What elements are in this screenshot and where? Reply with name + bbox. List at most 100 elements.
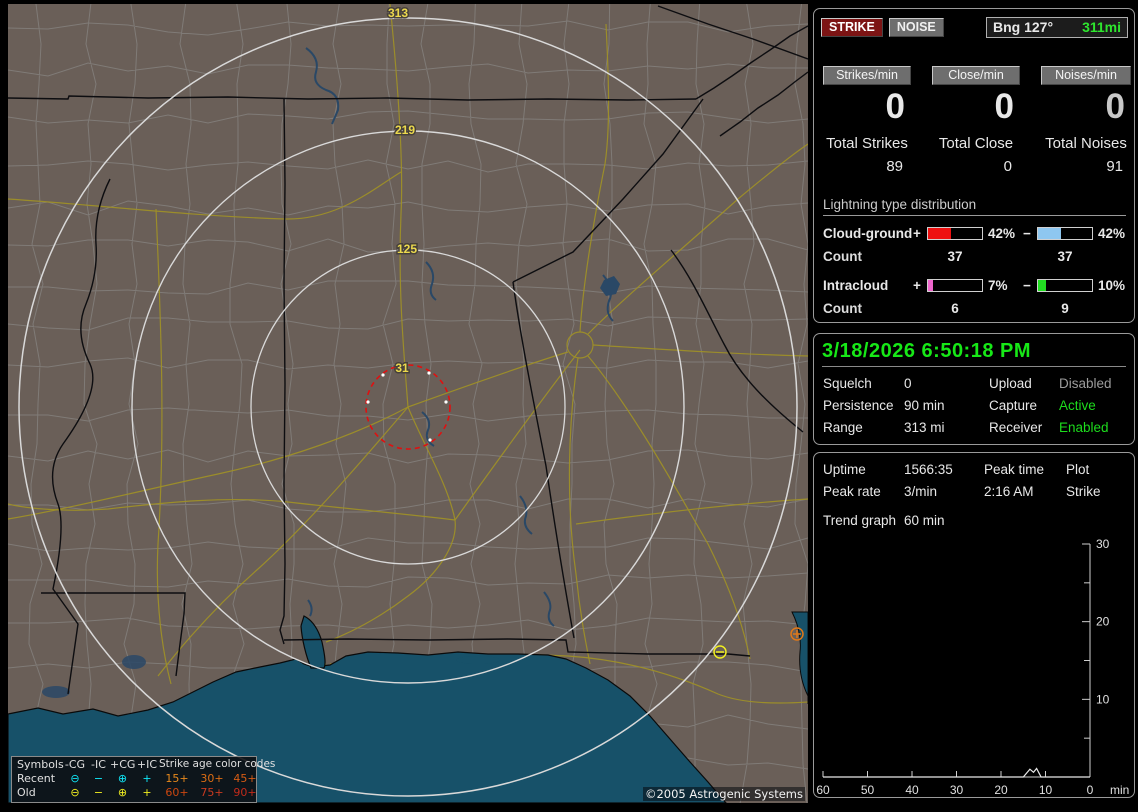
ic-positive-pct: 7% [988, 278, 1008, 293]
map-canvas: 313 219 125 31 [8, 4, 808, 803]
noise-mode-button[interactable]: NOISE [888, 18, 944, 37]
age-60: 60+ [165, 785, 189, 799]
svg-text:10: 10 [1096, 692, 1110, 706]
old-neg-ic-icon: − [93, 785, 104, 799]
svg-text:0: 0 [1087, 783, 1094, 797]
capture-label: Capture [989, 398, 1038, 413]
legend-header-row: Symbols -CG -IC +CG +IC Strike age color… [12, 757, 275, 771]
strikes-per-min-button[interactable]: Strikes/min [823, 66, 911, 85]
lightning-map[interactable]: 313 219 125 31 Symbols -CG -IC +CG +IC S… [8, 4, 808, 803]
upload-status: Disabled [1059, 376, 1112, 391]
persistence-value: 90 min [904, 398, 945, 413]
ring-label-125: 125 [397, 242, 417, 256]
uptime-label: Uptime [823, 462, 866, 477]
total-close-label: Total Close [938, 135, 1014, 152]
cg-negative-bar [1037, 227, 1093, 240]
legend-recent-label: Recent [17, 771, 56, 785]
age-45: 45+ [233, 771, 257, 785]
cg-positive-pct: 42% [988, 226, 1016, 241]
peak-rate-label: Peak rate [823, 484, 881, 499]
legend-col-pos-ic: +IC [136, 757, 158, 771]
plus-sign: + [913, 278, 921, 293]
old-pos-cg-icon: ⊕ [117, 785, 128, 799]
cloud-ground-label: Cloud-ground [823, 226, 913, 241]
range-value: 313 mi [904, 420, 945, 435]
noises-per-min-value: 0 [1105, 87, 1125, 126]
cloud-ground-row: Cloud-ground + 42% − 42% [823, 226, 1134, 241]
cg-positive-bar [927, 227, 983, 240]
recent-pos-cg-icon: ⊕ [117, 771, 128, 785]
age-30: 30+ [200, 771, 224, 785]
recent-pos-ic-icon: + [142, 771, 152, 785]
age-90: 90+ [233, 785, 257, 799]
ic-positive-count: 6 [951, 301, 959, 316]
noise-dots [366, 371, 448, 442]
ic-count-label: Count [823, 301, 862, 316]
legend-old-row: Old ⊖ − ⊕ + 60+ 75+ 90+ [12, 785, 257, 799]
total-noises-label: Total Noises [1045, 135, 1127, 152]
ring-label-31: 31 [395, 361, 409, 375]
persistence-label: Persistence [823, 398, 894, 413]
minus-sign: − [1023, 226, 1031, 241]
svg-text:40: 40 [905, 783, 919, 797]
map-legend: Symbols -CG -IC +CG +IC Strike age color… [11, 756, 275, 803]
minus-sign: − [1023, 278, 1031, 293]
age-75: 75+ [200, 785, 224, 799]
total-close-value: 0 [1003, 158, 1012, 175]
legend-age-title: Strike age color codes [159, 758, 276, 770]
svg-text:20: 20 [1096, 615, 1110, 629]
strike-counter-panel: STRIKE NOISE Bng 127° 311mi Strikes/min … [813, 8, 1135, 323]
legend-col-neg-cg: -CG [64, 757, 86, 771]
peak-time-label: Peak time [984, 462, 1045, 477]
uptime-value: 1566:35 [904, 462, 953, 477]
bearing-value: Bng 127° [993, 19, 1054, 35]
total-noises-value: 91 [1106, 158, 1123, 175]
ring-label-219: 219 [395, 123, 415, 137]
trend-graph: 10 20 30 60 50 40 30 20 10 0 min [816, 537, 1129, 797]
peak-time-value: 2:16 AM [984, 484, 1034, 499]
legend-old-label: Old [17, 785, 36, 799]
squelch-label: Squelch [823, 376, 872, 391]
svg-text:min: min [1110, 783, 1129, 797]
old-neg-cg-icon: ⊖ [70, 785, 80, 799]
status-panel: 3/18/2026 6:50:18 PM Squelch 0 Upload Di… [813, 333, 1135, 445]
state-borders [8, 5, 808, 695]
plot-label: Plot [1066, 462, 1090, 477]
bearing-display: Bng 127° 311mi [986, 17, 1128, 38]
capture-status: Active [1059, 398, 1096, 413]
distribution-title: Lightning type distribution [823, 197, 1126, 216]
squelch-value: 0 [904, 376, 912, 391]
strike-mode-button[interactable]: STRIKE [821, 18, 883, 37]
close-per-min-value: 0 [994, 87, 1014, 126]
svg-text:60: 60 [816, 783, 830, 797]
recent-neg-cg-icon: ⊖ [70, 771, 80, 785]
svg-text:30: 30 [1096, 537, 1110, 551]
ring-label-313: 313 [388, 6, 408, 20]
intracloud-label: Intracloud [823, 278, 889, 293]
stormtracker-app: 313 219 125 31 Symbols -CG -IC +CG +IC S… [0, 0, 1138, 812]
ic-positive-bar [927, 279, 983, 292]
svg-text:10: 10 [1039, 783, 1053, 797]
range-label: Range [823, 420, 863, 435]
cg-positive-count: 37 [947, 249, 963, 264]
legend-col-neg-ic: -IC [91, 757, 106, 771]
noises-per-min-button[interactable]: Noises/min [1041, 66, 1131, 85]
upload-label: Upload [989, 376, 1032, 391]
trend-panel: Uptime 1566:35 Peak time Plot Peak rate … [813, 452, 1135, 798]
rivers [305, 47, 614, 627]
close-per-min-button[interactable]: Close/min [932, 66, 1020, 85]
legend-col-pos-cg: +CG [110, 757, 136, 771]
lakes [42, 276, 620, 698]
current-datetime: 3/18/2026 6:50:18 PM [822, 340, 1126, 367]
legend-recent-row: Recent ⊖ − ⊕ + 15+ 30+ 45+ [12, 771, 257, 785]
cg-count-label: Count [823, 249, 862, 264]
copyright-notice: ©2005 Astrogenic Systems [642, 787, 805, 801]
svg-text:30: 30 [950, 783, 964, 797]
receiver-label: Receiver [989, 420, 1043, 435]
ic-negative-count: 9 [1061, 301, 1069, 316]
bearing-range-value: 311mi [1082, 19, 1121, 35]
old-neg-cg-strike [713, 645, 727, 659]
legend-symbols-title: Symbols [17, 757, 64, 771]
cloud-ground-count-row: Count 37 37 [823, 249, 1134, 264]
total-strikes-value: 89 [886, 158, 903, 175]
